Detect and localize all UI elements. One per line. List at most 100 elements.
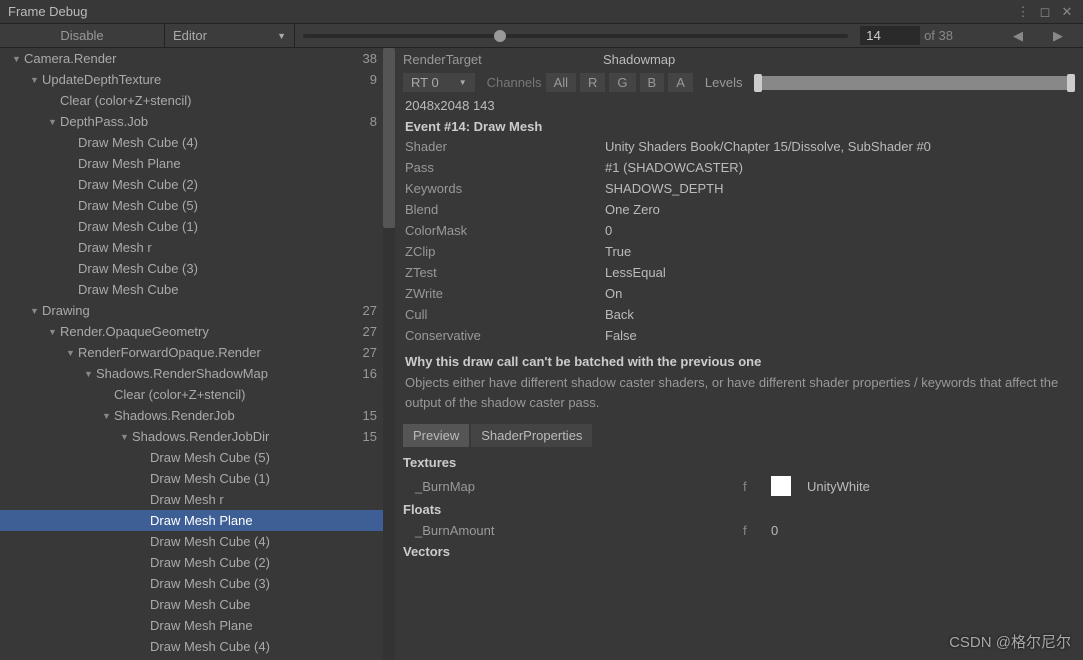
scrollbar-thumb[interactable] (383, 48, 395, 228)
tree-row[interactable]: ▼DepthPass.Job8 (0, 111, 395, 132)
channel-a-button[interactable]: A (668, 73, 693, 92)
tree-row[interactable]: Draw Mesh Cube (3) (0, 573, 395, 594)
channels-label: Channels (487, 75, 542, 90)
slider-thumb[interactable] (494, 30, 506, 42)
vectors-header: Vectors (395, 540, 1083, 563)
tree-label: UpdateDepthTexture (42, 72, 370, 87)
menu-icon[interactable]: ⋮ (1015, 4, 1031, 20)
close-icon[interactable]: ✕ (1059, 4, 1075, 20)
tree-row[interactable]: ▼Shadows.RenderJob15 (0, 405, 395, 426)
frame-slider[interactable] (303, 34, 848, 38)
maximize-icon[interactable]: ◻ (1037, 4, 1053, 20)
texture-swatch[interactable] (771, 476, 791, 496)
levels-max-thumb[interactable] (1067, 74, 1075, 92)
tree-row[interactable]: Draw Mesh Cube (4) (0, 132, 395, 153)
titlebar: Frame Debug ⋮ ◻ ✕ (0, 0, 1083, 24)
tree-row[interactable]: Draw Mesh r (0, 237, 395, 258)
frame-input[interactable] (860, 26, 920, 45)
disable-button[interactable]: Disable (0, 24, 165, 48)
tree-row[interactable]: Clear (color+Z+stencil) (0, 90, 395, 111)
target-dropdown[interactable]: Editor ▼ (165, 24, 295, 48)
chevron-down-icon: ▼ (459, 78, 467, 87)
property-key: Blend (405, 202, 605, 217)
tree-label: Draw Mesh Cube (4) (78, 135, 377, 150)
levels-slider[interactable] (754, 76, 1075, 90)
property-value: On (605, 286, 622, 301)
foldout-icon[interactable]: ▼ (102, 411, 112, 421)
foldout-icon[interactable]: ▼ (12, 54, 22, 64)
texture-value: UnityWhite (807, 479, 870, 494)
foldout-icon[interactable]: ▼ (30, 306, 40, 316)
property-row: ShaderUnity Shaders Book/Chapter 15/Diss… (395, 136, 1083, 157)
levels-min-thumb[interactable] (754, 74, 762, 92)
tree-row[interactable]: Draw Mesh Cube (1) (0, 468, 395, 489)
foldout-icon[interactable]: ▼ (48, 327, 58, 337)
tree-label: Draw Mesh Cube (3) (78, 261, 377, 276)
foldout-icon[interactable]: ▼ (120, 432, 130, 442)
channel-b-button[interactable]: B (640, 73, 665, 92)
tree-label: Render.OpaqueGeometry (60, 324, 363, 339)
property-row: ColorMask0 (395, 220, 1083, 241)
tree-row[interactable]: ▼Shadows.RenderShadowMap16 (0, 363, 395, 384)
tree-label: Draw Mesh Plane (150, 618, 377, 633)
tree-row[interactable]: ▼Render.OpaqueGeometry27 (0, 321, 395, 342)
texture-flag: f (743, 479, 771, 494)
tree-label: Shadows.RenderJobDir (132, 429, 363, 444)
tree-row[interactable]: ▼Drawing27 (0, 300, 395, 321)
property-value: Back (605, 307, 634, 322)
tree-label: Draw Mesh r (150, 492, 377, 507)
tree-row[interactable]: Draw Mesh Cube (2) (0, 174, 395, 195)
channel-g-button[interactable]: G (609, 73, 635, 92)
foldout-icon[interactable]: ▼ (66, 348, 76, 358)
tree-count: 27 (363, 324, 377, 339)
tree-row[interactable]: Draw Mesh Cube (4) (0, 636, 395, 657)
foldout-icon[interactable]: ▼ (48, 117, 58, 127)
property-row: BlendOne Zero (395, 199, 1083, 220)
tree-row[interactable]: Draw Mesh Cube (5) (0, 195, 395, 216)
tree-label: Drawing (42, 303, 363, 318)
tree-row[interactable]: Draw Mesh Plane (0, 615, 395, 636)
property-row: Pass#1 (SHADOWCASTER) (395, 157, 1083, 178)
tree-row[interactable]: ▼UpdateDepthTexture9 (0, 69, 395, 90)
tree-label: DepthPass.Job (60, 114, 370, 129)
channel-all-button[interactable]: All (546, 73, 576, 92)
tree-label: Draw Mesh Cube (150, 597, 377, 612)
scrollbar[interactable] (383, 48, 395, 660)
tree-row[interactable]: ▼RenderForwardOpaque.Render27 (0, 342, 395, 363)
tree-count: 8 (370, 114, 377, 129)
watermark: CSDN @格尔尼尔 (949, 631, 1071, 652)
channel-r-button[interactable]: R (580, 73, 605, 92)
target-dropdown-label: Editor (173, 28, 207, 43)
property-row: ZWriteOn (395, 283, 1083, 304)
foldout-icon[interactable]: ▼ (30, 75, 40, 85)
tree-row[interactable]: ▼Shadows.RenderJobDir15 (0, 426, 395, 447)
property-value: LessEqual (605, 265, 666, 280)
tab-shader-properties[interactable]: ShaderProperties (471, 424, 592, 447)
tab-preview[interactable]: Preview (403, 424, 469, 447)
tree-label: Draw Mesh Cube (5) (78, 198, 377, 213)
property-key: Conservative (405, 328, 605, 343)
tree-count: 38 (363, 51, 377, 66)
foldout-icon[interactable]: ▼ (84, 369, 94, 379)
tree-row[interactable]: Draw Mesh Cube (2) (0, 552, 395, 573)
tree-row[interactable]: Draw Mesh Cube (0, 594, 395, 615)
tree-count: 15 (363, 408, 377, 423)
tree-row[interactable]: Draw Mesh Cube (1) (0, 216, 395, 237)
texture-name: _BurnMap (403, 479, 743, 494)
prev-frame-icon[interactable]: ◀ (1013, 28, 1023, 44)
rt-dropdown[interactable]: RT 0 ▼ (403, 73, 475, 92)
tree-label: Draw Mesh Cube (1) (78, 219, 377, 234)
next-frame-icon[interactable]: ▶ (1053, 28, 1063, 44)
tree-count: 27 (363, 303, 377, 318)
tree-row[interactable]: ▼Camera.Render38 (0, 48, 395, 69)
tree-row[interactable]: Draw Mesh Cube (5) (0, 447, 395, 468)
tree-row[interactable]: Clear (color+Z+stencil) (0, 384, 395, 405)
tree-row[interactable]: Draw Mesh Cube (4) (0, 531, 395, 552)
tree-row[interactable]: Draw Mesh Plane (0, 153, 395, 174)
property-key: ZTest (405, 265, 605, 280)
tree-row[interactable]: Draw Mesh Plane (0, 510, 395, 531)
tree-row[interactable]: Draw Mesh r (0, 489, 395, 510)
tree-row[interactable]: Draw Mesh Cube (3) (0, 258, 395, 279)
tree-row[interactable]: Draw Mesh Cube (0, 279, 395, 300)
event-header: Event #14: Draw Mesh (395, 117, 1083, 136)
